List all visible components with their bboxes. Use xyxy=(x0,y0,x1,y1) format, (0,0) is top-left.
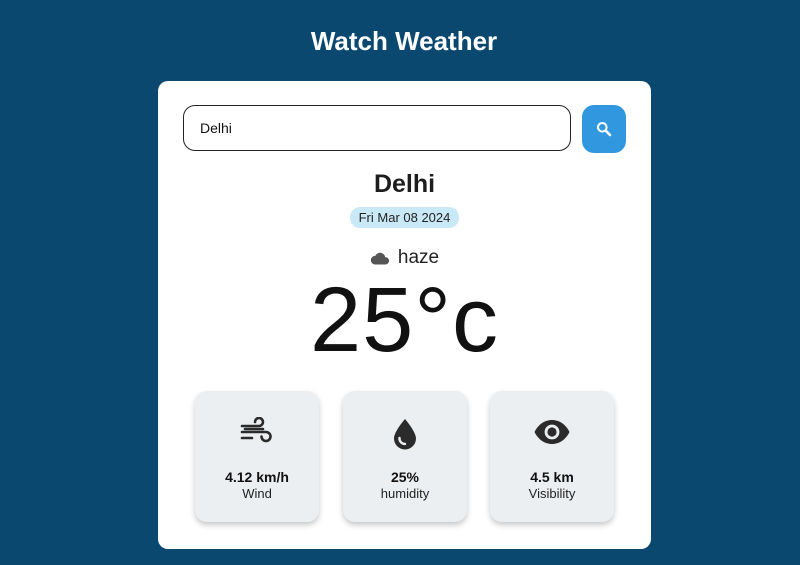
visibility-label: Visibility xyxy=(528,486,576,501)
weather-condition: haze xyxy=(158,247,651,269)
visibility-stat-card: 4.5 km Visibility xyxy=(490,391,614,522)
eye-icon xyxy=(533,419,571,445)
temperature-value: 25°c xyxy=(309,269,500,371)
search-button[interactable] xyxy=(582,105,626,153)
condition-text: haze xyxy=(397,247,440,268)
cloud-icon xyxy=(370,251,390,265)
wind-value: 4.12 km/h xyxy=(225,469,289,485)
wind-icon xyxy=(239,417,275,447)
humidity-label: humidity xyxy=(380,486,430,501)
weather-card: Delhi Fri Mar 08 2024 haze 25°c xyxy=(158,81,651,549)
app-title: Watch Weather xyxy=(310,26,498,56)
search-icon xyxy=(596,121,612,137)
droplet-icon xyxy=(391,417,419,451)
wind-label: Wind xyxy=(242,486,272,501)
city-name: Delhi xyxy=(373,170,436,198)
humidity-value: 25% xyxy=(390,469,420,485)
humidity-stat-card: 25% humidity xyxy=(343,391,467,522)
wind-stat-card: 4.12 km/h Wind xyxy=(195,391,319,522)
search-input[interactable] xyxy=(183,105,571,151)
date-badge: Fri Mar 08 2024 xyxy=(349,207,460,228)
visibility-value: 4.5 km xyxy=(530,469,574,485)
